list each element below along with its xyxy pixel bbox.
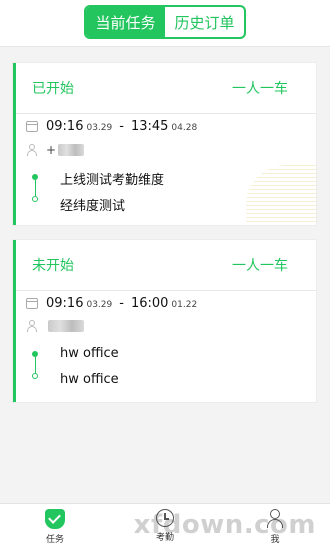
origin-address: hw office [60, 346, 119, 361]
decorative-stripes [246, 165, 316, 225]
user-icon [26, 320, 38, 332]
watermark: xfdown.com [133, 510, 316, 540]
order-card-header: 已开始 一人一车 [16, 63, 316, 114]
order-card[interactable]: 已开始 一人一车 09:16 03.29-13:45 04.28 + 上线测试考勤维… [13, 63, 316, 225]
tab-current-tasks[interactable]: 当前任务 [86, 7, 165, 37]
end-time: 16:00 [130, 296, 169, 311]
order-card-header: 未开始 一人一车 [16, 240, 316, 291]
start-date: 03.29 [86, 123, 113, 133]
masked-passenger-info [48, 320, 84, 332]
route-line [34, 180, 36, 196]
task-icon [45, 509, 65, 529]
route-line [34, 357, 36, 373]
time-separator: - [119, 119, 124, 134]
destination-dot-icon [32, 373, 38, 379]
destination-address: 经纬度测试 [60, 199, 126, 214]
passenger-row [26, 320, 84, 332]
end-time: 13:45 [130, 119, 169, 134]
user-icon [26, 144, 38, 156]
end-date: 01.22 [171, 300, 198, 310]
time-row: 09:16 03.29-13:45 04.28 [26, 119, 197, 134]
start-time: 09:16 [46, 119, 84, 134]
time-separator: - [119, 296, 124, 311]
tab-tasks-label: 任务 [45, 535, 64, 545]
masked-passenger-info [58, 144, 85, 156]
destination-dot-icon [32, 196, 38, 202]
order-status: 已开始 [32, 81, 74, 97]
calendar-icon [26, 121, 38, 132]
start-time: 09:16 [46, 296, 84, 311]
passenger-row: + [26, 143, 85, 157]
tab-tasks[interactable]: 任务 [0, 504, 110, 550]
end-date: 04.28 [171, 123, 198, 133]
time-range: 09:16 03.29-16:00 01.22 [46, 296, 197, 311]
tab-history-orders[interactable]: 历史订单 [165, 7, 244, 37]
time-range: 09:16 03.29-13:45 04.28 [46, 119, 197, 134]
order-card[interactable]: 未开始 一人一车 09:16 03.29-16:00 01.22 hw office… [13, 240, 316, 402]
calendar-icon [26, 298, 38, 309]
ride-mode: 一人一车 [232, 81, 288, 97]
ride-mode: 一人一车 [232, 258, 288, 274]
time-row: 09:16 03.29-16:00 01.22 [26, 296, 197, 311]
segmented-control: 当前任务 历史订单 [84, 5, 246, 39]
start-date: 03.29 [86, 300, 113, 310]
passenger-phone-prefix: + [46, 143, 57, 157]
destination-address: hw office [60, 372, 119, 387]
top-bar: 当前任务 历史订单 [0, 0, 330, 47]
order-status: 未开始 [32, 258, 74, 274]
origin-address: 上线测试考勤维度 [60, 173, 165, 188]
